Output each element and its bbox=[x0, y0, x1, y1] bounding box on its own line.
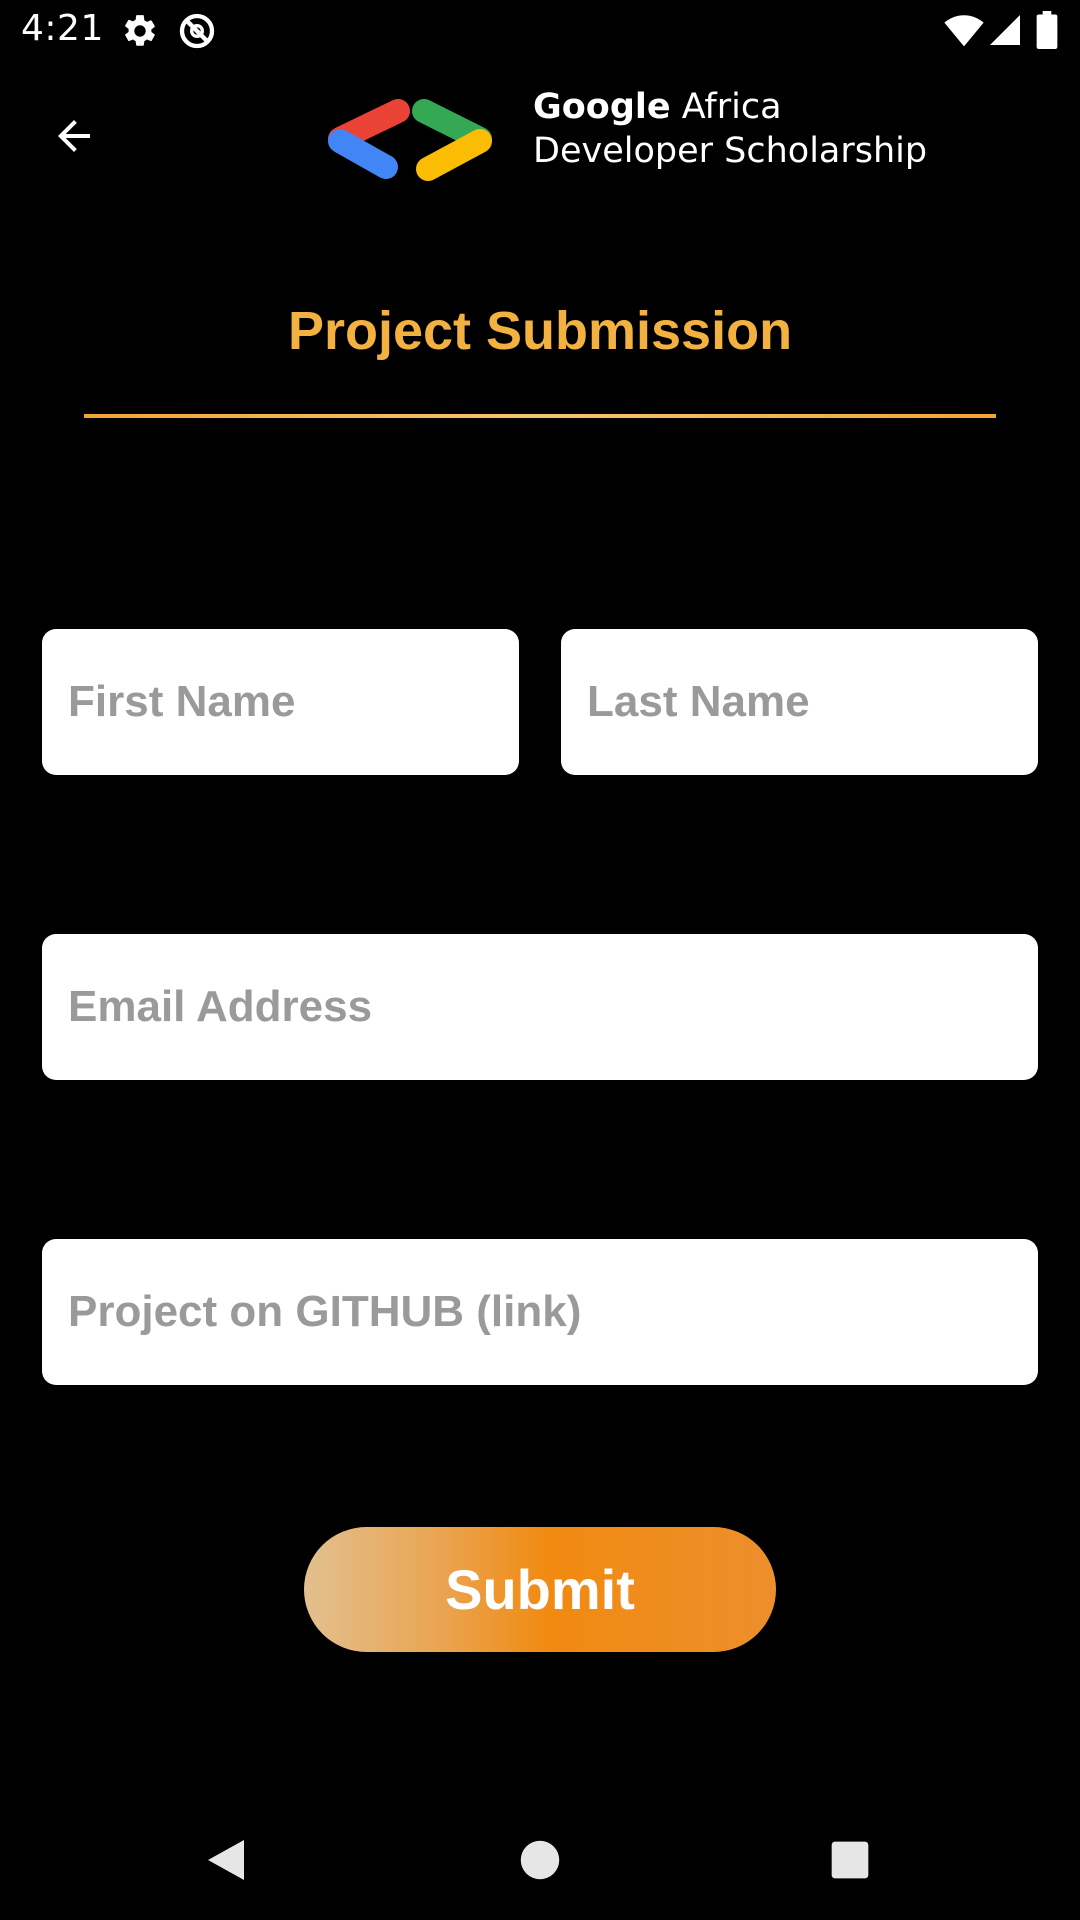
wifi-icon bbox=[944, 15, 984, 47]
nav-recents-button[interactable] bbox=[790, 1800, 910, 1920]
first-name-input[interactable] bbox=[42, 629, 519, 775]
gads-logo bbox=[328, 99, 492, 181]
nav-back-button[interactable] bbox=[166, 1800, 286, 1920]
recents-square-icon bbox=[831, 1841, 869, 1879]
back-triangle-icon bbox=[208, 1840, 244, 1880]
last-name-input[interactable] bbox=[561, 629, 1038, 775]
page-title: Project Submission bbox=[287, 301, 793, 361]
signal-icon bbox=[990, 15, 1020, 45]
brand-title-line1: Google Africa bbox=[533, 85, 927, 129]
github-link-input[interactable] bbox=[42, 1239, 1038, 1385]
brand-header: Google Africa Developer Scholarship bbox=[320, 85, 927, 195]
submit-button[interactable]: Submit bbox=[304, 1527, 776, 1652]
home-circle-icon bbox=[520, 1840, 560, 1880]
system-nav-bar bbox=[0, 1800, 1080, 1920]
status-time: 4:21 bbox=[21, 8, 104, 49]
brand-text: Google Africa Developer Scholarship bbox=[533, 85, 927, 173]
brand-google-word: Google bbox=[533, 87, 671, 127]
nav-home-button[interactable] bbox=[480, 1800, 600, 1920]
back-button[interactable] bbox=[38, 100, 110, 172]
status-bar: 4:21 bbox=[0, 0, 1080, 63]
title-underline bbox=[84, 414, 996, 418]
arrow-back-icon bbox=[58, 120, 90, 152]
email-input[interactable] bbox=[42, 934, 1038, 1080]
no-sync-icon bbox=[179, 13, 215, 49]
brand-title-line2: Developer Scholarship bbox=[533, 131, 928, 171]
battery-icon bbox=[1036, 11, 1058, 49]
settings-icon bbox=[125, 15, 155, 46]
brand-africa-word: Africa bbox=[670, 87, 782, 127]
